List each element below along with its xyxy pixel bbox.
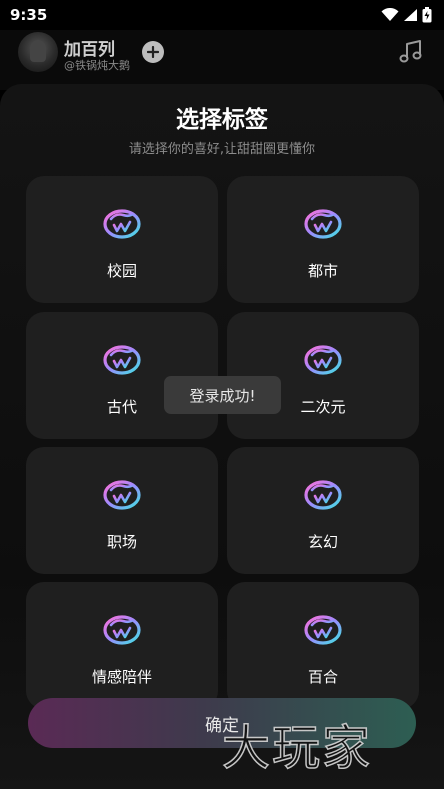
tag-label: 都市 [307,262,338,280]
donut-icon [304,209,342,239]
tag-label: 校园 [106,262,137,280]
tag-card-companionship[interactable]: 情感陪伴 [26,582,218,709]
tag-card-workplace[interactable]: 职场 [26,447,218,574]
music-note-icon[interactable] [397,38,425,66]
tag-label: 职场 [106,533,137,551]
tag-label: 情感陪伴 [91,668,152,686]
sheet-title: 选择标签 [176,107,268,133]
donut-icon [103,345,141,375]
tag-card-fantasy[interactable]: 玄幻 [227,447,419,574]
signal-icon [404,9,417,21]
watermark: 大玩家 [221,719,373,777]
avatar[interactable] [18,32,58,72]
donut-icon [304,615,342,645]
status-bar: 9:35 [0,0,444,30]
plus-icon [147,46,159,58]
donut-icon [304,480,342,510]
sheet-subtitle: 请选择你的喜好,让甜甜圈更懂你 [128,142,316,157]
author-handle: @铁锅炖大鹅 [64,59,130,72]
tag-label: 百合 [307,668,338,686]
donut-icon [103,209,141,239]
tag-card-yuri[interactable]: 百合 [227,582,419,709]
wifi-icon [381,8,399,21]
donut-icon [103,480,141,510]
status-icons [381,7,432,23]
donut-icon [304,345,342,375]
donut-icon [103,615,141,645]
tag-card-campus[interactable]: 校园 [26,176,218,303]
tag-card-city[interactable]: 都市 [227,176,419,303]
status-time: 9:35 [10,6,48,24]
follow-button[interactable] [142,41,164,63]
login-success-toast: 登录成功! [164,376,281,414]
battery-icon [422,7,432,23]
tag-label: 玄幻 [307,533,338,551]
